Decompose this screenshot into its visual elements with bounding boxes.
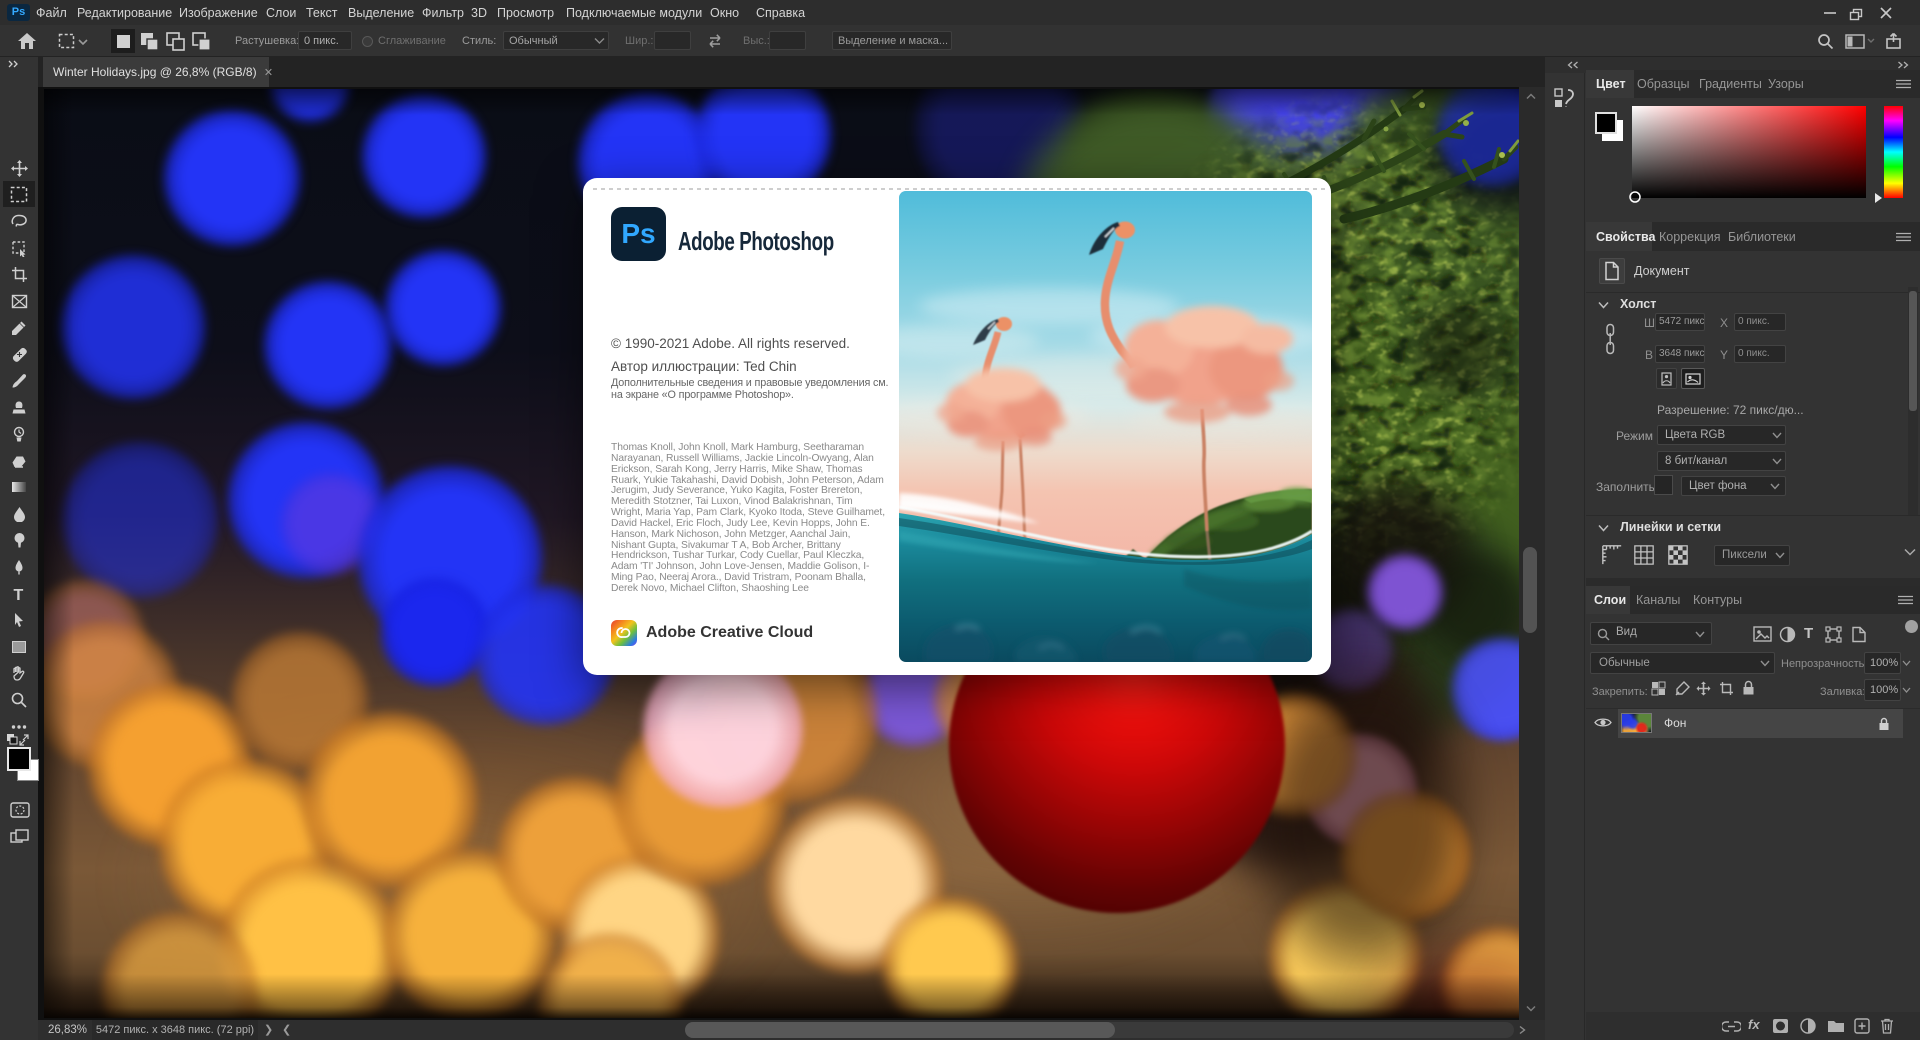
svg-text:T: T (13, 587, 23, 603)
